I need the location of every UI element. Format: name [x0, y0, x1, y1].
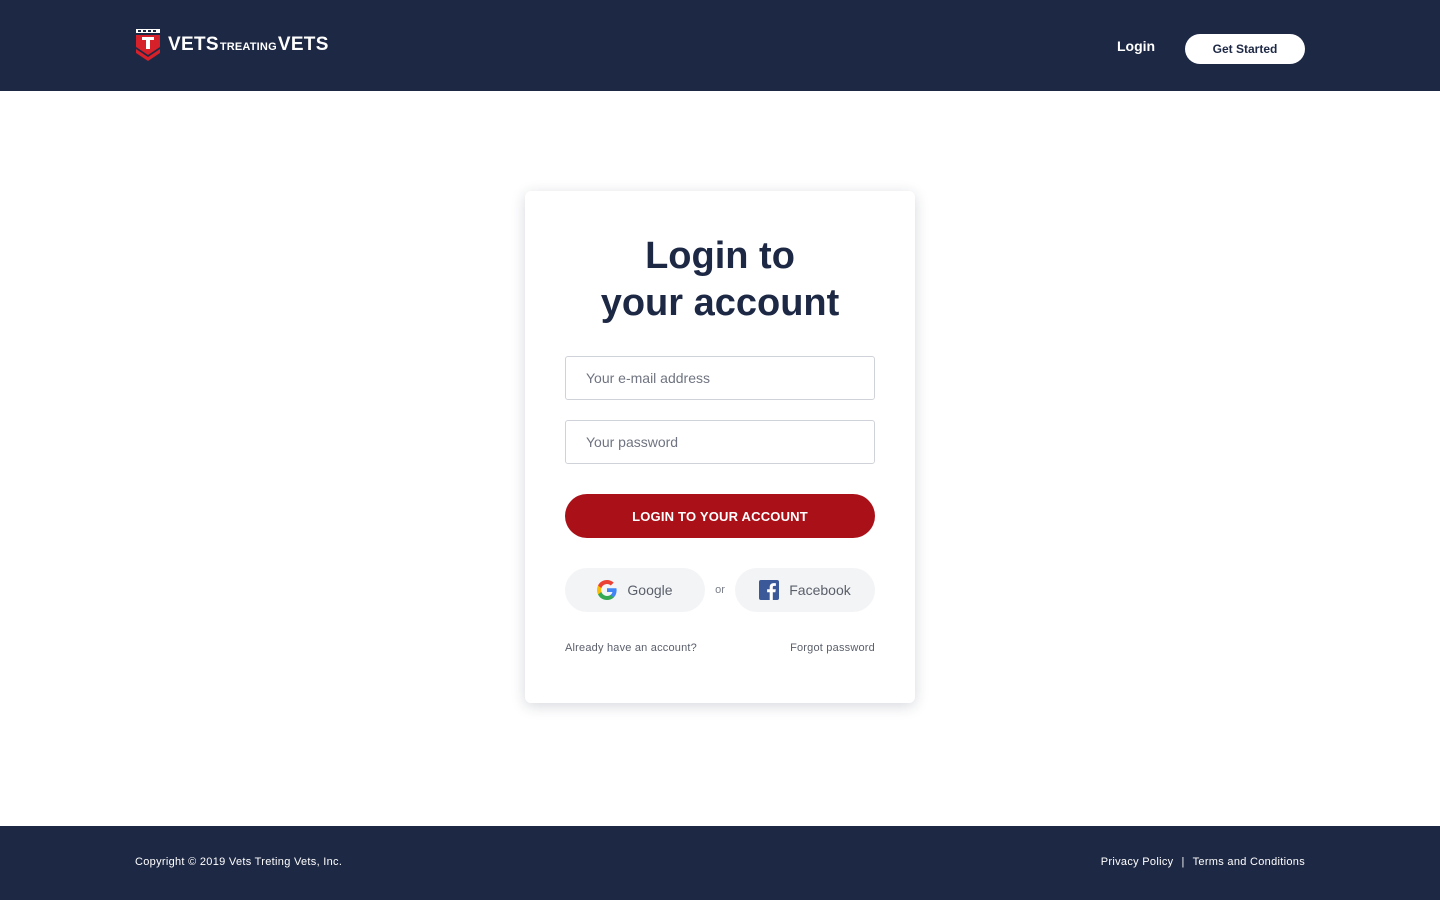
email-field[interactable] — [565, 356, 875, 400]
facebook-label: Facebook — [789, 582, 851, 598]
brand-wordmark: VETS TREATING VETS — [168, 34, 329, 55]
footer-links: Privacy Policy | Terms and Conditions — [1101, 856, 1305, 868]
facebook-login-button[interactable]: Facebook — [735, 568, 875, 612]
or-divider: or — [715, 584, 725, 596]
forgot-password-link[interactable]: Forgot password — [790, 642, 875, 654]
google-label: Google — [627, 582, 673, 598]
copyright-text: Copyright © 2019 Vets Treting Vets, Inc. — [135, 856, 343, 868]
shield-logo-icon — [136, 29, 160, 61]
get-started-button[interactable]: Get Started — [1185, 34, 1305, 64]
google-icon — [597, 580, 618, 600]
login-submit-button[interactable]: LOGIN TO YOUR ACCOUNT — [565, 494, 875, 538]
google-login-button[interactable]: Google — [565, 568, 705, 612]
title-line-2: your account — [600, 282, 840, 324]
brand-logo[interactable]: VETS TREATING VETS — [135, 29, 329, 61]
page-title: Login to your account — [525, 233, 915, 327]
footer-separator: | — [1181, 856, 1185, 868]
terms-link[interactable]: Terms and Conditions — [1193, 856, 1305, 868]
top-navbar: VETS TREATING VETS Login Get Started — [0, 0, 1440, 91]
title-line-1: Login to — [645, 235, 795, 277]
nav-login-link[interactable]: Login — [1117, 38, 1155, 54]
privacy-policy-link[interactable]: Privacy Policy — [1101, 856, 1174, 868]
already-have-account-link[interactable]: Already have an account? — [565, 642, 697, 654]
login-card: Login to your account LOGIN TO YOUR ACCO… — [525, 191, 915, 703]
facebook-icon — [759, 580, 780, 600]
password-field[interactable] — [565, 420, 875, 464]
page-footer: Copyright © 2019 Vets Treting Vets, Inc.… — [0, 826, 1440, 900]
